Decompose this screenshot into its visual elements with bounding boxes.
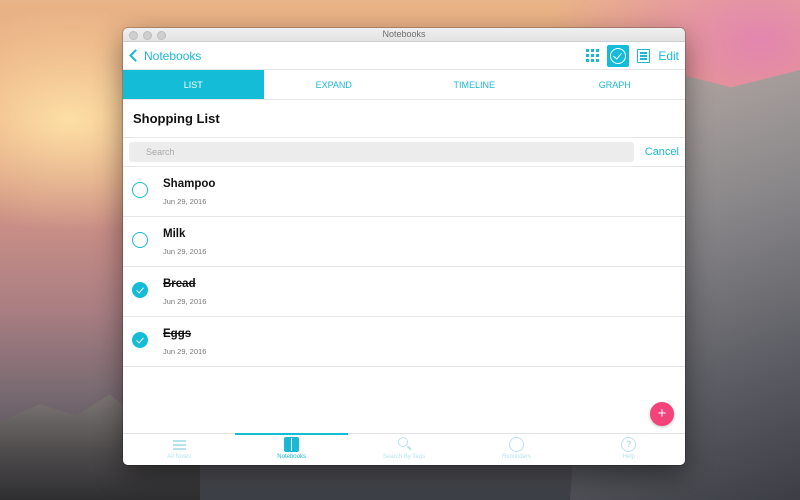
list-view-icon[interactable] <box>637 48 651 63</box>
page-title: Shopping List <box>123 100 685 138</box>
chevron-left-icon <box>129 49 142 62</box>
titlebar: Notebooks <box>123 28 685 42</box>
bottom-tab-help[interactable]: ? Help <box>573 434 685 465</box>
item-date: Jun 29, 2016 <box>163 347 207 356</box>
zoom-window-button[interactable] <box>157 31 166 40</box>
checkbox-icon[interactable] <box>132 182 148 198</box>
search-input[interactable] <box>129 142 634 162</box>
checked-checkbox-icon[interactable] <box>132 282 148 298</box>
close-window-button[interactable] <box>129 31 138 40</box>
item-title: Shampoo <box>163 178 216 190</box>
item-date: Jun 29, 2016 <box>163 297 207 306</box>
cancel-button[interactable]: Cancel <box>645 146 679 158</box>
alarm-icon <box>508 437 524 452</box>
window-title: Notebooks <box>382 29 426 39</box>
search-bar: Cancel <box>123 138 685 167</box>
bottom-tab-bar: All Notes Notebooks Search By Tags Remin… <box>123 433 685 465</box>
bottom-tab-label: Notebooks <box>277 454 306 460</box>
navbar-actions: Edit <box>586 42 679 69</box>
note-list: Shampoo Jun 29, 2016 Milk Jun 29, 2016 B… <box>123 167 685 367</box>
item-date: Jun 29, 2016 <box>163 197 207 206</box>
tab-list[interactable]: LIST <box>123 70 264 99</box>
bottom-tab-search-by-tags[interactable]: Search By Tags <box>348 434 460 465</box>
tab-timeline[interactable]: TIMELINE <box>404 70 545 99</box>
bottom-tab-label: Help <box>622 454 635 460</box>
view-tabs: LIST EXPAND TIMELINE GRAPH <box>123 70 685 100</box>
grid-view-icon[interactable] <box>586 49 600 62</box>
traffic-lights <box>129 31 166 40</box>
list-item[interactable]: Eggs Jun 29, 2016 <box>123 317 685 367</box>
add-note-button[interactable]: + <box>650 402 674 426</box>
bottom-tab-label: Search By Tags <box>383 454 425 460</box>
item-date: Jun 29, 2016 <box>163 247 207 256</box>
list-item[interactable]: Milk Jun 29, 2016 <box>123 217 685 267</box>
tab-graph[interactable]: GRAPH <box>545 70 686 99</box>
checklist-view-button[interactable] <box>607 44 630 67</box>
item-title: Eggs <box>163 328 192 340</box>
checked-checkbox-icon[interactable] <box>132 332 148 348</box>
item-title: Milk <box>163 228 186 240</box>
minimize-window-button[interactable] <box>143 31 152 40</box>
menu-icon <box>172 437 187 452</box>
back-label: Notebooks <box>144 48 202 63</box>
back-button[interactable]: Notebooks <box>128 49 201 63</box>
edit-button[interactable]: Edit <box>658 49 679 63</box>
bottom-tab-label: Reminders <box>501 454 531 460</box>
checkmark-icon <box>610 47 627 64</box>
list-item[interactable]: Shampoo Jun 29, 2016 <box>123 167 685 217</box>
list-item[interactable]: Bread Jun 29, 2016 <box>123 267 685 317</box>
bottom-tab-reminders[interactable]: Reminders <box>460 434 572 465</box>
checkbox-icon[interactable] <box>132 232 148 248</box>
search-icon <box>397 437 412 452</box>
navbar: Notebooks Edit <box>123 42 685 70</box>
bottom-tab-all-notes[interactable]: All Notes <box>123 434 235 465</box>
bottom-tab-label: All Notes <box>167 454 192 460</box>
item-title: Bread <box>163 278 196 290</box>
tab-expand[interactable]: EXPAND <box>264 70 405 99</box>
bottom-tab-notebooks[interactable]: Notebooks <box>235 433 349 465</box>
book-icon <box>284 437 300 452</box>
help-icon: ? <box>621 437 637 452</box>
app-window: Notebooks Notebooks Edit LIST EXPAND TIM… <box>123 28 685 465</box>
